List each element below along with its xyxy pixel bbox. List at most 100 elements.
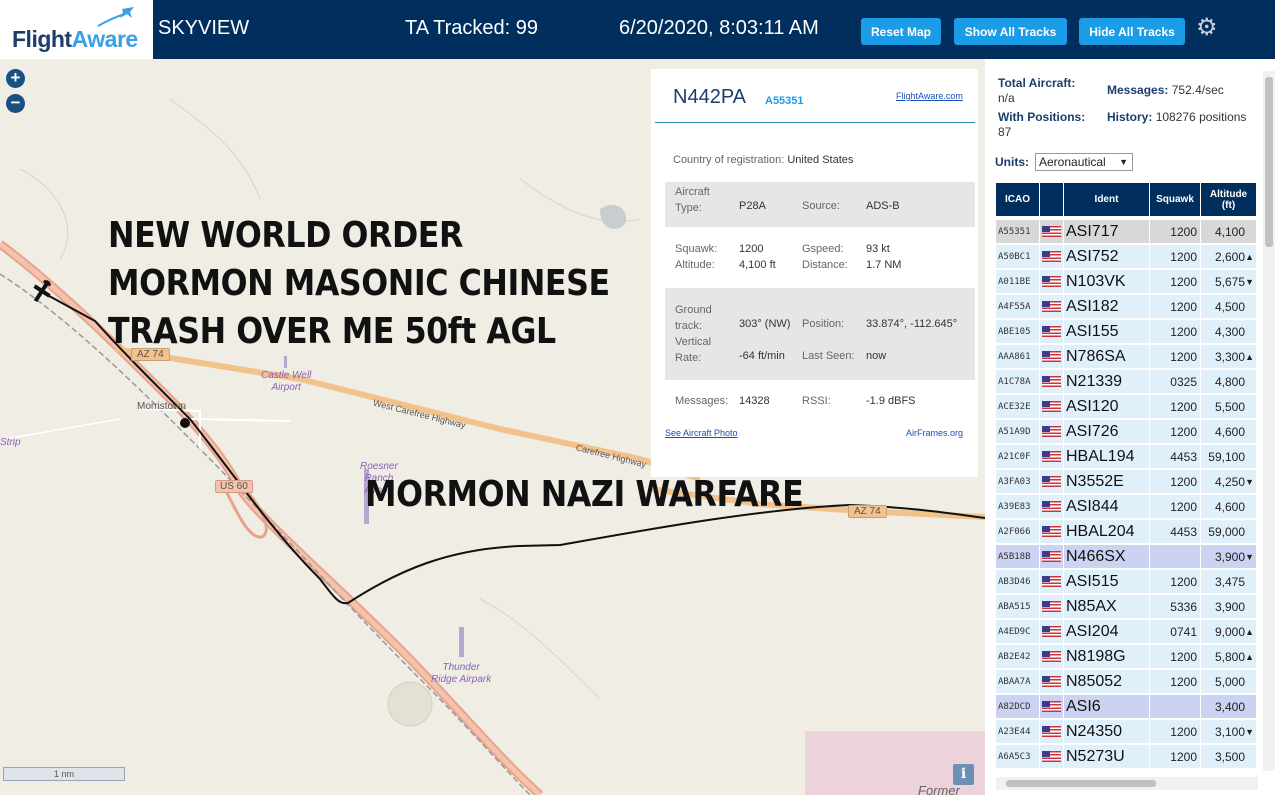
table-row[interactable]: ABE105 ASI155 1200 4,300 <box>996 320 1256 343</box>
logo-wordmark: FlightAware <box>12 26 138 52</box>
row-altitude: 2,600 ▲ <box>1201 245 1256 268</box>
row-icao: AAA861 <box>996 345 1039 368</box>
table-row[interactable]: A82DCD ASI6 3,400 <box>996 695 1256 718</box>
hide-all-tracks-button[interactable]: Hide All Tracks <box>1079 18 1185 45</box>
row-squawk: 1200 <box>1150 570 1200 593</box>
column-icao[interactable]: ICAO <box>996 183 1039 216</box>
vertical-scrollbar-thumb[interactable] <box>1265 77 1273 247</box>
row-altitude-value: 4,300 <box>1214 324 1245 339</box>
table-row[interactable]: A50BC1 ASI752 1200 2,600 ▲ <box>996 245 1256 268</box>
flightaware-link[interactable]: FlightAware.com <box>896 91 963 101</box>
table-row[interactable]: AB3D46 ASI515 1200 3,475 <box>996 570 1256 593</box>
row-altitude-value: 4,100 <box>1214 224 1245 239</box>
logo-plane-icon <box>97 7 134 27</box>
vertical-scrollbar[interactable] <box>1263 71 1275 771</box>
airframes-link[interactable]: AirFrames.org <box>906 428 963 438</box>
us-flag-icon <box>1042 601 1061 612</box>
zoom-in-button[interactable]: + <box>6 69 25 88</box>
row-ident: N24350 <box>1064 720 1149 743</box>
table-row[interactable]: ABA515 N85AX 5336 3,900 <box>996 595 1256 618</box>
row-icao: A4F55A <box>996 295 1039 318</box>
us-flag-icon <box>1042 301 1061 312</box>
row-icao: A39E83 <box>996 495 1039 518</box>
row-ident: N85AX <box>1064 595 1149 618</box>
row-squawk: 1200 <box>1150 420 1200 443</box>
vertical-rate-value: -64 ft/min <box>739 350 785 362</box>
table-row[interactable]: A3FA03 N3552E 1200 4,250 ▼ <box>996 470 1256 493</box>
column-flag[interactable] <box>1040 183 1063 216</box>
row-altitude-value: 2,600 <box>1214 249 1245 264</box>
us-flag-icon <box>1042 651 1061 662</box>
column-ident[interactable]: Ident <box>1064 183 1149 216</box>
table-row[interactable]: AB2E42 N8198G 1200 5,800 ▲ <box>996 645 1256 668</box>
row-squawk: 1200 <box>1150 645 1200 668</box>
show-all-tracks-button[interactable]: Show All Tracks <box>954 18 1067 45</box>
row-ident: ASI717 <box>1064 220 1149 243</box>
altitude-trend-icon: ▼ <box>1245 276 1254 287</box>
row-altitude: 9,000 ▲ <box>1201 620 1256 643</box>
chevron-down-icon: ▼ <box>1119 157 1128 167</box>
row-flag <box>1040 745 1063 768</box>
column-squawk[interactable]: Squawk <box>1150 183 1200 216</box>
table-row[interactable]: A1C78A N21339 0325 4,800 <box>996 370 1256 393</box>
table-row[interactable]: A4ED9C ASI204 0741 9,000 ▲ <box>996 620 1256 643</box>
gear-icon[interactable]: ⚙ <box>1196 16 1220 40</box>
row-altitude-value: 4,250 <box>1214 474 1245 489</box>
row-ident: ASI844 <box>1064 495 1149 518</box>
row-icao: ABA515 <box>996 595 1039 618</box>
us-flag-icon <box>1042 226 1061 237</box>
row-flag <box>1040 720 1063 743</box>
distance-label: Distance: <box>802 259 848 271</box>
units-select[interactable]: Aeronautical ▼ <box>1035 153 1133 171</box>
us-flag-icon <box>1042 626 1061 637</box>
row-ident: ASI726 <box>1064 420 1149 443</box>
row-altitude-value: 3,900 <box>1214 549 1245 564</box>
table-row[interactable]: A4F55A ASI182 1200 4,500 <box>996 295 1256 318</box>
zoom-out-button[interactable]: − <box>6 94 25 113</box>
table-row[interactable]: AAA861 N786SA 1200 3,300 ▲ <box>996 345 1256 368</box>
table-row[interactable]: A6A5C3 N5273U 1200 3,500 <box>996 745 1256 768</box>
horizontal-scrollbar-thumb[interactable] <box>1006 780 1156 787</box>
reset-map-button[interactable]: Reset Map <box>861 18 941 45</box>
popup-ident: N442PA <box>673 86 747 108</box>
row-icao: A3FA03 <box>996 470 1039 493</box>
altitude-label: Altitude: <box>675 259 715 271</box>
rssi-value: -1.9 dBFS <box>866 395 916 407</box>
us-flag-icon <box>1042 276 1061 287</box>
row-altitude-value: 59,000 <box>1208 524 1245 539</box>
row-icao: AB3D46 <box>996 570 1039 593</box>
altitude-value: 4,100 ft <box>739 259 776 271</box>
aircraft-photo-link[interactable]: See Aircraft Photo <box>665 428 738 438</box>
row-icao: ABAA7A <box>996 670 1039 693</box>
table-row[interactable]: A23E44 N24350 1200 3,100 ▼ <box>996 720 1256 743</box>
row-flag <box>1040 695 1063 718</box>
table-row[interactable]: A51A9D ASI726 1200 4,600 <box>996 420 1256 443</box>
us-flag-icon <box>1042 326 1061 337</box>
row-icao: A55351 <box>996 220 1039 243</box>
row-squawk: 0741 <box>1150 620 1200 643</box>
row-ident: HBAL204 <box>1064 520 1149 543</box>
table-row[interactable]: ABAA7A N85052 1200 5,000 <box>996 670 1256 693</box>
table-row[interactable]: ACE32E ASI120 1200 5,500 <box>996 395 1256 418</box>
last-seen-value: now <box>866 350 887 362</box>
table-row[interactable]: A55351 ASI717 1200 4,100 <box>996 220 1256 243</box>
row-squawk: 1200 <box>1150 320 1200 343</box>
row-ident: ASI515 <box>1064 570 1149 593</box>
table-row[interactable]: A21C0F HBAL194 4453 59,100 <box>996 445 1256 468</box>
us-flag-icon <box>1042 426 1061 437</box>
row-squawk: 4453 <box>1150 445 1200 468</box>
info-icon[interactable]: i <box>953 764 974 785</box>
row-altitude: 3,900 <box>1201 595 1256 618</box>
flightaware-logo[interactable]: FlightAware <box>0 0 153 59</box>
us-flag-icon <box>1042 401 1061 412</box>
altitude-trend-icon: ▲ <box>1245 626 1254 637</box>
table-row[interactable]: A5B18B N466SX 3,900 ▼ <box>996 545 1256 568</box>
table-row[interactable]: A2F066 HBAL204 4453 59,000 <box>996 520 1256 543</box>
row-flag <box>1040 545 1063 568</box>
horizontal-scrollbar[interactable] <box>996 777 1258 790</box>
row-altitude-value: 5,500 <box>1214 399 1245 414</box>
table-row[interactable]: A39E83 ASI844 1200 4,600 <box>996 495 1256 518</box>
row-altitude-value: 3,500 <box>1214 749 1245 764</box>
column-altitude[interactable]: Altitude (ft) <box>1201 183 1256 216</box>
table-row[interactable]: A011BE N103VK 1200 5,675 ▼ <box>996 270 1256 293</box>
